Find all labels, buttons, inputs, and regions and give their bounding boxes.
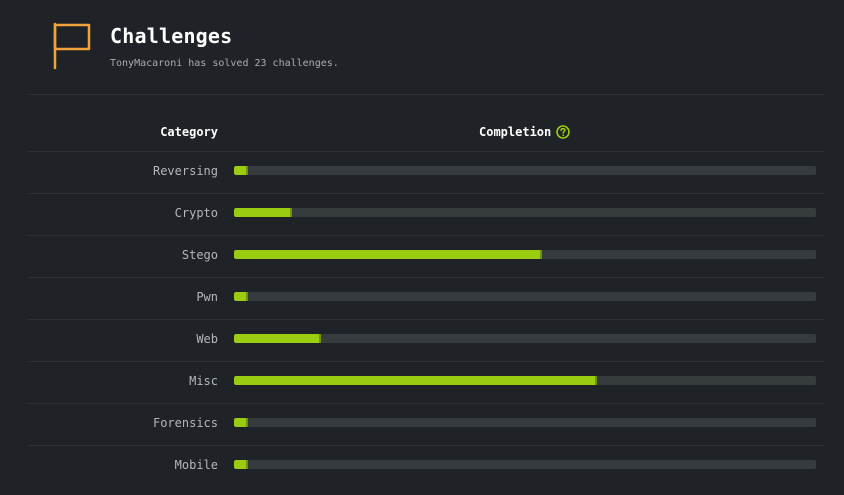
completion-bar bbox=[234, 166, 816, 175]
completion-bar bbox=[234, 334, 816, 343]
completion-bar bbox=[234, 418, 816, 427]
completion-bar bbox=[234, 460, 816, 469]
header-divider bbox=[28, 94, 824, 95]
completion-bar bbox=[234, 376, 816, 385]
completion-bar-fill bbox=[234, 250, 543, 259]
category-label: Crypto bbox=[174, 206, 218, 220]
category-label: Web bbox=[196, 332, 218, 346]
completion-bar-fill bbox=[234, 166, 248, 175]
page-title: Challenges bbox=[110, 24, 233, 48]
solved-summary: TonyMacaroni has solved 23 challenges. bbox=[110, 58, 339, 69]
category-label: Pwn bbox=[196, 290, 218, 304]
question-circle-icon[interactable] bbox=[556, 125, 570, 139]
completion-bar bbox=[234, 292, 816, 301]
completion-bar-fill bbox=[234, 418, 248, 427]
completion-bar-fill bbox=[234, 292, 248, 301]
category-row: Stego bbox=[0, 236, 844, 278]
category-column-header: Category bbox=[160, 125, 218, 139]
completion-column-header: Completion bbox=[479, 125, 552, 139]
completion-bar-fill bbox=[234, 376, 598, 385]
category-row: Forensics bbox=[0, 404, 844, 446]
flag-icon bbox=[53, 22, 91, 70]
category-label: Stego bbox=[181, 248, 218, 262]
completion-bar-fill bbox=[234, 208, 293, 217]
category-row: Web bbox=[0, 320, 844, 362]
category-label: Reversing bbox=[152, 164, 218, 178]
category-row: Pwn bbox=[0, 278, 844, 320]
category-row: Reversing bbox=[0, 152, 844, 194]
category-row: Misc bbox=[0, 362, 844, 404]
category-label: Forensics bbox=[152, 416, 218, 430]
category-label: Mobile bbox=[174, 458, 218, 472]
completion-bar-fill bbox=[234, 334, 322, 343]
page-header: Challenges TonyMacaroni has solved 23 ch… bbox=[0, 0, 844, 94]
completion-bar bbox=[234, 250, 816, 259]
completion-bar bbox=[234, 208, 816, 217]
category-label: Misc bbox=[189, 374, 218, 388]
category-row: Mobile bbox=[0, 446, 844, 488]
category-row: Crypto bbox=[0, 194, 844, 236]
completion-bar-fill bbox=[234, 460, 248, 469]
